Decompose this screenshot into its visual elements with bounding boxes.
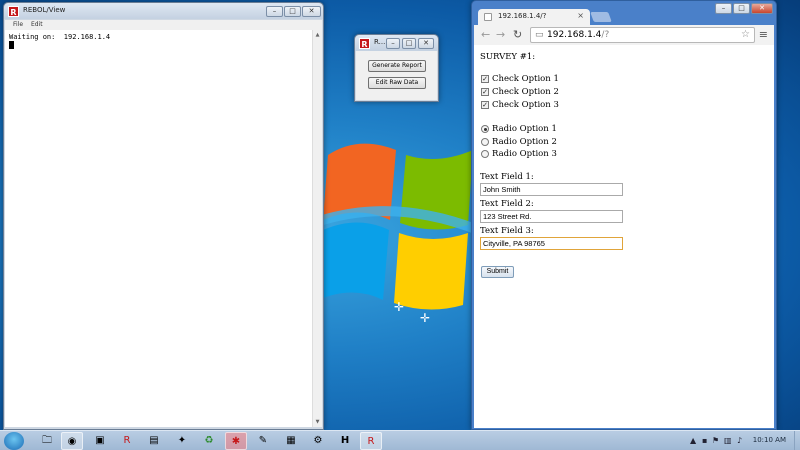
checkbox-label-2: Check Option 2 bbox=[492, 87, 559, 97]
rebol-menubar: File Edit bbox=[5, 20, 322, 30]
text-field-3-input[interactable]: Cityville, PA 98765 bbox=[480, 237, 623, 250]
edit-raw-data-button[interactable]: Edit Raw Data bbox=[368, 77, 426, 89]
menu-file[interactable]: File bbox=[13, 21, 23, 28]
text-field-3-label: Text Field 3: bbox=[480, 226, 534, 236]
checkbox-option-3[interactable]: ✓ bbox=[481, 101, 489, 109]
page-favicon-icon bbox=[484, 13, 492, 21]
scroll-down-icon[interactable]: ▼ bbox=[313, 417, 322, 427]
maximize-button[interactable]: □ bbox=[284, 6, 301, 17]
explorer-icon[interactable]: 🗀 bbox=[36, 432, 58, 450]
rebol-titlebar[interactable]: R REBOL/View – □ ✕ bbox=[4, 3, 323, 19]
web-page: SURVEY #1: ✓ Check Option 1 ✓ Check Opti… bbox=[474, 45, 774, 428]
start-button[interactable] bbox=[4, 432, 24, 450]
checkbox-label-3: Check Option 3 bbox=[492, 100, 559, 110]
radio-label-2: Radio Option 2 bbox=[492, 137, 557, 147]
radio-option-1[interactable] bbox=[481, 125, 489, 133]
move-cursor-icon: ✛ bbox=[394, 300, 405, 314]
app-body: Generate Report Edit Raw Data bbox=[356, 51, 437, 100]
tray-volume-icon[interactable]: ♪ bbox=[737, 436, 742, 445]
rebol-view-window[interactable]: R REBOL/View – □ ✕ File Edit Waiting on:… bbox=[3, 2, 324, 430]
page-scrollbar[interactable] bbox=[771, 45, 774, 428]
tab-close-icon[interactable]: × bbox=[577, 11, 584, 20]
minimize-button[interactable]: – bbox=[386, 38, 400, 49]
scroll-up-icon[interactable]: ▲ bbox=[313, 30, 322, 40]
taskbar: 🗀 ◉ ▣ R ▤ ✦ ♻ ✱ ✎ ▦ ⚙ H R ▲ ▪ ⚑ ▥ ♪ 10:1… bbox=[0, 430, 800, 450]
bookmark-star-icon[interactable]: ☆ bbox=[741, 29, 750, 40]
tray-flag-icon[interactable]: ⚑ bbox=[712, 436, 719, 445]
address-bar[interactable]: ▭ 192.168.1.4/? ☆ bbox=[530, 27, 755, 43]
rebol-console[interactable]: Waiting on: 192.168.1.4 bbox=[5, 30, 312, 427]
maximize-button[interactable]: □ bbox=[733, 3, 750, 14]
checkbox-option-2[interactable]: ✓ bbox=[481, 88, 489, 96]
survey-heading: SURVEY #1: bbox=[480, 52, 536, 62]
media-icon[interactable]: ⚙ bbox=[307, 432, 329, 450]
page-icon: ▭ bbox=[535, 30, 544, 40]
radio-label-3: Radio Option 3 bbox=[492, 149, 557, 159]
radio-option-2[interactable] bbox=[481, 138, 489, 146]
rebol-window-title: REBOL/View bbox=[23, 6, 66, 14]
text-cursor bbox=[9, 41, 14, 49]
generate-report-button[interactable]: Generate Report bbox=[368, 60, 426, 72]
browser-window[interactable]: 192.168.1.4/? × – □ ✕ ← → ↻ ▭ 192.168.1.… bbox=[471, 0, 777, 430]
close-button[interactable]: ✕ bbox=[751, 3, 773, 14]
submit-button[interactable]: Submit bbox=[481, 266, 514, 278]
rebol-logo-icon: R bbox=[359, 38, 370, 49]
network-icon[interactable]: ✦ bbox=[171, 432, 193, 450]
tray-app-icon[interactable]: ▪ bbox=[702, 436, 707, 445]
show-desktop-button[interactable] bbox=[794, 431, 800, 450]
maximize-button[interactable]: □ bbox=[402, 38, 416, 49]
vertical-scrollbar[interactable]: ▲ ▼ bbox=[312, 30, 322, 427]
recycle-icon[interactable]: ♻ bbox=[198, 432, 220, 450]
taskbar-clock[interactable]: 10:10 AM bbox=[753, 436, 786, 444]
tab-title: 192.168.1.4/? bbox=[498, 12, 547, 20]
minimize-button[interactable]: – bbox=[266, 6, 283, 17]
text-field-1-label: Text Field 1: bbox=[480, 172, 534, 182]
tray-network-icon[interactable]: ▥ bbox=[724, 436, 732, 445]
folder-icon[interactable]: ▤ bbox=[143, 432, 165, 450]
close-button[interactable]: ✕ bbox=[418, 38, 434, 49]
move-cursor-icon: ✛ bbox=[420, 311, 431, 325]
rebol-app-window[interactable]: R R... – □ ✕ Generate Report Edit Raw Da… bbox=[354, 34, 439, 102]
h-icon[interactable]: H bbox=[334, 432, 356, 450]
url-host: 192.168.1.4 bbox=[547, 30, 602, 40]
tray-arrow-icon[interactable]: ▲ bbox=[690, 436, 696, 445]
tool-icon[interactable]: ▦ bbox=[280, 432, 302, 450]
checkbox-option-1[interactable]: ✓ bbox=[481, 75, 489, 83]
menu-icon[interactable]: ≡ bbox=[759, 28, 768, 41]
windows-logo bbox=[318, 143, 478, 310]
text-field-2-label: Text Field 2: bbox=[480, 199, 534, 209]
console-output: Waiting on: 192.168.1.4 bbox=[9, 33, 111, 41]
text-field-1-input[interactable]: John Smith bbox=[480, 183, 623, 196]
new-tab-button[interactable] bbox=[590, 12, 612, 22]
reload-icon[interactable]: ↻ bbox=[513, 28, 522, 41]
forward-arrow-icon[interactable]: → bbox=[496, 28, 505, 41]
close-button[interactable]: ✕ bbox=[302, 6, 321, 17]
rebol-icon[interactable]: R bbox=[116, 432, 138, 450]
browser-tab[interactable]: 192.168.1.4/? × bbox=[478, 9, 590, 25]
app-icon[interactable]: ▣ bbox=[89, 432, 111, 450]
app-titlebar[interactable]: R R... – □ ✕ bbox=[355, 35, 438, 51]
minimize-button[interactable]: – bbox=[715, 3, 732, 14]
rebol-logo-icon: R bbox=[8, 6, 19, 17]
rebol-icon-2[interactable]: R bbox=[360, 432, 382, 450]
back-arrow-icon[interactable]: ← bbox=[481, 28, 490, 41]
paint-icon[interactable]: ✎ bbox=[252, 432, 274, 450]
checkbox-label-1: Check Option 1 bbox=[492, 74, 559, 84]
rebol-active-icon[interactable]: ✱ bbox=[225, 432, 247, 450]
menu-edit[interactable]: Edit bbox=[31, 21, 43, 28]
text-field-2-input[interactable]: 123 Street Rd. bbox=[480, 210, 623, 223]
radio-label-1: Radio Option 1 bbox=[492, 124, 557, 134]
url-path: /? bbox=[601, 30, 610, 40]
chrome-icon[interactable]: ◉ bbox=[61, 432, 83, 450]
browser-toolbar: ← → ↻ ▭ 192.168.1.4/? ☆ ≡ bbox=[474, 25, 774, 45]
radio-option-3[interactable] bbox=[481, 150, 489, 158]
app-window-title: R... bbox=[374, 38, 386, 46]
